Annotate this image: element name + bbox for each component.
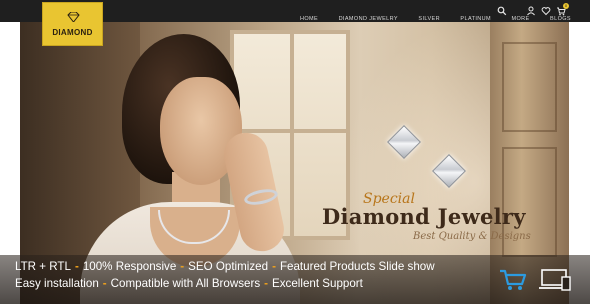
nav-home[interactable]: HOME [300, 16, 318, 22]
nav-more[interactable]: MORE [511, 16, 529, 22]
nav-diamond-jewelry[interactable]: DIAMOND JEWELRY [339, 16, 398, 22]
feature-responsive: 100% Responsive [82, 260, 177, 273]
nav-platinum[interactable]: PLATINUM [460, 16, 491, 22]
feature-seo: SEO Optimized [188, 260, 269, 273]
heart-icon[interactable] [541, 6, 551, 16]
nav-silver[interactable]: SILVER [418, 16, 440, 22]
logo-text: DIAMOND [52, 28, 93, 37]
nav-blogs[interactable]: BLOGS [550, 16, 571, 22]
features-line-2: Easy installation - Compatible with All Br… [15, 277, 363, 290]
feature-separator: - [264, 277, 269, 290]
diamond-earring-icon [432, 154, 466, 188]
feature-separator: - [102, 277, 107, 290]
hero-tagline: Best Quality & Designs [413, 231, 531, 242]
cart-count-badge: 0 [563, 3, 569, 9]
site-logo[interactable]: DIAMOND [42, 2, 103, 46]
feature-ltr-rtl: LTR + RTL [15, 260, 71, 273]
diamond-icon [67, 12, 80, 22]
feature-easy-install: Easy installation [15, 277, 99, 290]
feature-separator: - [180, 260, 185, 273]
feature-browsers: Compatible with All Browsers [110, 277, 261, 290]
features-line-1: LTR + RTL -100% Responsive - SEO Optimized -… [15, 260, 435, 273]
responsive-devices-icon [539, 269, 571, 291]
feature-separator: - [74, 260, 79, 273]
diamond-earring-icon [387, 125, 421, 159]
user-icon[interactable] [526, 6, 536, 16]
feature-slideshow: Featured Products Slide show [279, 260, 435, 273]
hero-headline: Diamond Jewelry [322, 204, 526, 229]
features-bar: LTR + RTL -100% Responsive - SEO Optimized -… [0, 255, 590, 304]
shopping-cart-icon [500, 269, 527, 290]
feature-separator: - [272, 260, 276, 273]
search-icon[interactable] [497, 6, 507, 16]
feature-support: Excellent Support [272, 277, 363, 290]
